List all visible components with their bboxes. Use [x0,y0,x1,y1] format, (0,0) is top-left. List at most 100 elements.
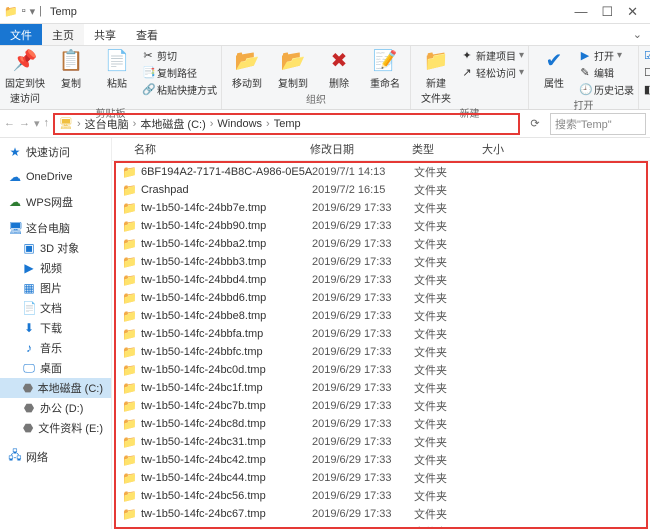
up-button[interactable]: ↑ [44,117,50,130]
copy-path-button[interactable]: 📑复制路径 [142,65,217,80]
delete-button[interactable]: ✖删除 [318,48,360,90]
qat-dropdown-icon[interactable]: ▾ [30,5,36,18]
file-date: 2019/6/29 17:33 [312,346,414,358]
table-row[interactable]: 📁tw-1b50-14fc-24bc42.tmp2019/6/29 17:33文… [116,451,646,469]
maximize-button[interactable]: ☐ [601,4,613,20]
table-row[interactable]: 📁tw-1b50-14fc-24bbfa.tmp2019/6/29 17:33文… [116,325,646,343]
file-name: tw-1b50-14fc-24bbfc.tmp [141,346,263,358]
menu-bar: 文件 主页 共享 查看 ⌄ [0,24,650,46]
select-all-button[interactable]: ☑全部选择 [643,48,650,63]
table-row[interactable]: 📁tw-1b50-14fc-24bc8d.tmp2019/6/29 17:33文… [116,415,646,433]
nav-this-pc[interactable]: 🖥这台电脑 [0,218,111,238]
recent-button[interactable]: ▾ [34,117,40,130]
file-name: tw-1b50-14fc-24bba2.tmp [141,238,266,250]
minimize-button[interactable]: — [574,4,587,20]
nav-onedrive[interactable]: ☁OneDrive [0,168,111,186]
table-row[interactable]: 📁6BF194A2-7171-4B8C-A986-0E5A5AE...2019/… [116,163,646,181]
search-input[interactable]: 搜索"Temp" [550,113,646,135]
nav-d-drive[interactable]: ⬣办公 (D:) [0,398,111,418]
folder-icon: 📁 [122,435,137,449]
tab-view[interactable]: 查看 [126,24,168,45]
invert-selection-button[interactable]: ◧反向选择 [643,82,650,97]
tab-home[interactable]: 主页 [42,24,84,45]
crumb-0[interactable]: 这台电脑 [85,116,129,132]
open-button[interactable]: ▶打开▾ [579,48,634,63]
tab-file[interactable]: 文件 [0,24,42,45]
table-row[interactable]: 📁tw-1b50-14fc-24bbe8.tmp2019/6/29 17:33文… [116,307,646,325]
ribbon: 📌固定到快 速访问 📋复制 📄粘贴 ✂剪切 📑复制路径 🔗粘贴快捷方式 剪贴板 … [0,46,650,110]
paste-shortcut-button[interactable]: 🔗粘贴快捷方式 [142,82,217,97]
table-row[interactable]: 📁tw-1b50-14fc-24bbfc.tmp2019/6/29 17:33文… [116,343,646,361]
nav-documents[interactable]: 📄文档 [0,298,111,318]
close-button[interactable]: ✕ [627,4,638,20]
col-type[interactable]: 类型 [412,141,482,157]
new-folder-button[interactable]: 📁新建 文件夹 [415,48,457,105]
cut-button[interactable]: ✂剪切 [142,48,217,63]
table-row[interactable]: 📁tw-1b50-14fc-24bb90.tmp2019/6/29 17:33文… [116,217,646,235]
table-row[interactable]: 📁tw-1b50-14fc-24bbb3.tmp2019/6/29 17:33文… [116,253,646,271]
folder-icon: 📁 [122,201,137,215]
nav-c-drive[interactable]: ⬣本地磁盘 (C:) [0,378,111,398]
nav-3d-objects[interactable]: ▣3D 对象 [0,238,111,258]
crumb-2[interactable]: Windows [217,118,262,130]
paste-button[interactable]: 📄粘贴 [96,48,138,90]
nav-desktop[interactable]: 🖵桌面 [0,358,111,378]
back-button[interactable]: ← [4,117,15,130]
crumb-1[interactable]: 本地磁盘 (C:) [140,116,205,132]
file-name: tw-1b50-14fc-24bc1f.tmp [141,382,263,394]
table-row[interactable]: 📁tw-1b50-14fc-24bc69.tmp2019/6/29 17:33文… [116,523,646,529]
tab-share[interactable]: 共享 [84,24,126,45]
nav-wps[interactable]: ☁WPS网盘 [0,192,111,212]
breadcrumb[interactable]: 🖥 › 这台电脑› 本地磁盘 (C:)› Windows› Temp [53,113,520,135]
folder-icon: 📁 [4,5,18,18]
rename-button[interactable]: 📝重命名 [364,48,406,90]
table-row[interactable]: 📁tw-1b50-14fc-24bc44.tmp2019/6/29 17:33文… [116,469,646,487]
history-button[interactable]: 🕘历史记录 [579,82,634,97]
nav-downloads[interactable]: ⬇下载 [0,318,111,338]
file-type: 文件夹 [414,164,484,180]
file-date: 2019/6/29 17:33 [312,508,414,520]
properties-button[interactable]: ✔属性 [533,48,575,90]
select-none-button[interactable]: ☐全部取消 [643,65,650,80]
file-name: tw-1b50-14fc-24bbfa.tmp [141,328,263,340]
copy-to-button[interactable]: 📂复制到 [272,48,314,90]
table-row[interactable]: 📁tw-1b50-14fc-24bb7e.tmp2019/6/29 17:33文… [116,199,646,217]
table-row[interactable]: 📁tw-1b50-14fc-24bc67.tmp2019/6/29 17:33文… [116,505,646,523]
crumb-3[interactable]: Temp [274,118,301,130]
new-item-button[interactable]: ✦新建项目▾ [461,48,524,63]
nav-videos[interactable]: ▶视频 [0,258,111,278]
nav-e-drive[interactable]: ⬣文件资料 (E:) [0,418,111,438]
nav-pictures[interactable]: ▦图片 [0,278,111,298]
group-select-label: 选择 [643,97,650,113]
table-row[interactable]: 📁tw-1b50-14fc-24bc7b.tmp2019/6/29 17:33文… [116,397,646,415]
file-name: tw-1b50-14fc-24bc67.tmp [141,508,266,520]
table-row[interactable]: 📁tw-1b50-14fc-24bbd4.tmp2019/6/29 17:33文… [116,271,646,289]
forward-button[interactable]: → [19,117,30,130]
table-row[interactable]: 📁tw-1b50-14fc-24bc31.tmp2019/6/29 17:33文… [116,433,646,451]
table-row[interactable]: 📁tw-1b50-14fc-24bbd6.tmp2019/6/29 17:33文… [116,289,646,307]
file-type: 文件夹 [414,416,484,432]
col-date[interactable]: 修改日期 [310,141,412,157]
table-row[interactable]: 📁tw-1b50-14fc-24bc0d.tmp2019/6/29 17:33文… [116,361,646,379]
copy-button[interactable]: 📋复制 [50,48,92,90]
col-name[interactable]: 名称 [112,141,310,157]
nav-network[interactable]: 🖧网络 [0,444,111,469]
file-type: 文件夹 [414,524,484,529]
group-organize-label: 组织 [226,91,406,107]
nav-quick-access[interactable]: ★快速访问 [0,142,111,162]
pin-quick-access-button[interactable]: 📌固定到快 速访问 [4,48,46,105]
table-row[interactable]: 📁tw-1b50-14fc-24bc56.tmp2019/6/29 17:33文… [116,487,646,505]
nav-music[interactable]: ♪音乐 [0,338,111,358]
move-to-button[interactable]: 📂移动到 [226,48,268,90]
file-type: 文件夹 [414,200,484,216]
file-date: 2019/7/1 14:13 [312,166,414,178]
refresh-button[interactable]: ⟳ [524,117,546,130]
table-row[interactable]: 📁tw-1b50-14fc-24bc1f.tmp2019/6/29 17:33文… [116,379,646,397]
ribbon-collapse-icon[interactable]: ⌄ [625,28,650,41]
qat-icon[interactable]: ▫ [22,5,26,18]
table-row[interactable]: 📁tw-1b50-14fc-24bba2.tmp2019/6/29 17:33文… [116,235,646,253]
table-row[interactable]: 📁Crashpad2019/7/2 16:15文件夹 [116,181,646,199]
edit-button[interactable]: ✎编辑 [579,65,634,80]
easy-access-button[interactable]: ↗轻松访问▾ [461,65,524,80]
col-size[interactable]: 大小 [482,141,532,157]
